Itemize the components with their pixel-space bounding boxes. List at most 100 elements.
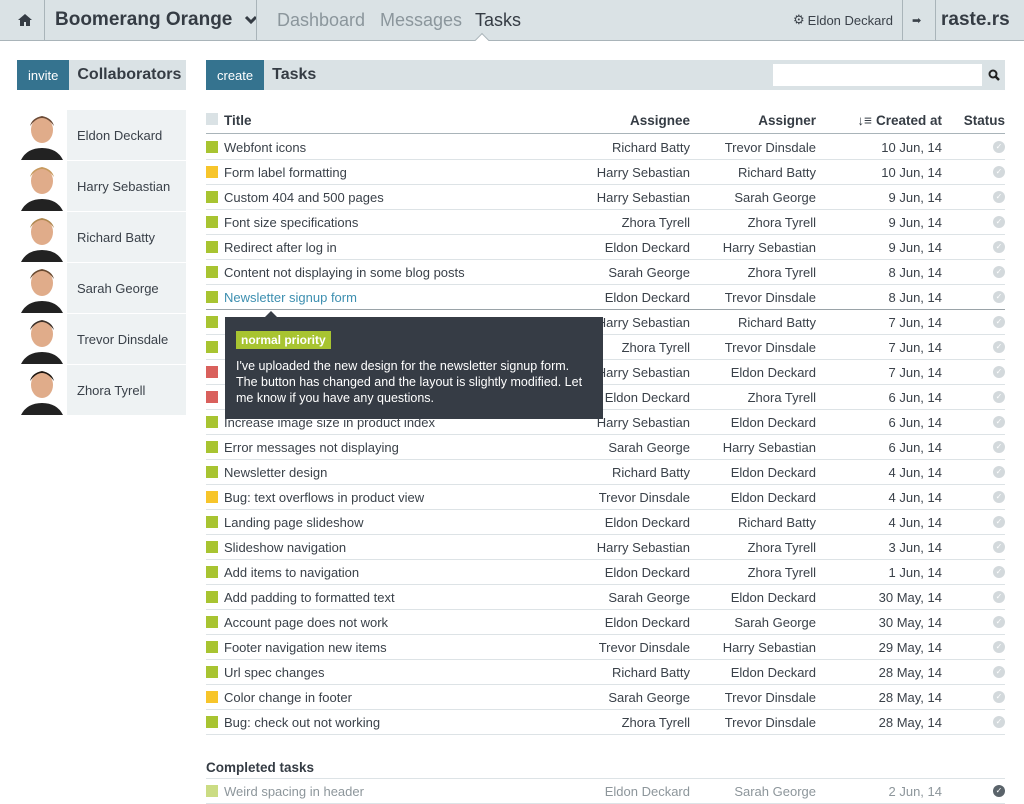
priority-indicator[interactable] (206, 316, 218, 328)
user-settings[interactable]: ⚙ Eldon Deckard (793, 0, 893, 40)
priority-indicator[interactable] (206, 566, 218, 578)
task-title[interactable]: Webfont icons (224, 140, 306, 155)
status-check-icon[interactable]: ✓ (993, 691, 1005, 703)
priority-indicator[interactable] (206, 341, 218, 353)
task-title[interactable]: Newsletter design (224, 465, 327, 480)
table-row[interactable]: Landing page slideshow Eldon Deckard Ric… (206, 510, 1005, 535)
col-assigner[interactable]: Assigner (758, 113, 816, 128)
priority-indicator[interactable] (206, 491, 218, 503)
task-title[interactable]: Bug: text overflows in product view (224, 490, 424, 505)
priority-indicator[interactable] (206, 466, 218, 478)
task-title[interactable]: Font size specifications (224, 215, 358, 230)
status-check-icon[interactable]: ✓ (993, 785, 1005, 797)
priority-indicator[interactable] (206, 641, 218, 653)
status-check-icon[interactable]: ✓ (993, 441, 1005, 453)
logout-icon[interactable]: ➡ (912, 0, 921, 40)
collaborator-item[interactable]: Richard Batty (17, 212, 186, 262)
status-check-icon[interactable]: ✓ (993, 591, 1005, 603)
priority-indicator[interactable] (206, 241, 218, 253)
collaborator-item[interactable]: Zhora Tyrell (17, 365, 186, 415)
status-check-icon[interactable]: ✓ (993, 641, 1005, 653)
task-title[interactable]: Color change in footer (224, 690, 352, 705)
status-check-icon[interactable]: ✓ (993, 191, 1005, 203)
table-row[interactable]: Newsletter design Richard Batty Eldon De… (206, 460, 1005, 485)
priority-indicator[interactable] (206, 591, 218, 603)
col-assignee[interactable]: Assignee (630, 113, 690, 128)
status-check-icon[interactable]: ✓ (993, 491, 1005, 503)
status-check-icon[interactable]: ✓ (993, 516, 1005, 528)
table-row[interactable]: Redirect after log in Eldon Deckard Harr… (206, 235, 1005, 260)
task-title[interactable]: Landing page slideshow (224, 515, 364, 530)
table-row[interactable]: Account page does not work Eldon Deckard… (206, 610, 1005, 635)
status-check-icon[interactable]: ✓ (993, 141, 1005, 153)
table-row[interactable]: Newsletter signup form Eldon Deckard Tre… (206, 285, 1005, 310)
priority-indicator[interactable] (206, 266, 218, 278)
search-input[interactable] (773, 64, 982, 86)
nav-messages[interactable]: Messages (380, 0, 462, 40)
priority-indicator[interactable] (206, 216, 218, 228)
priority-indicator[interactable] (206, 516, 218, 528)
task-title[interactable]: Newsletter signup form (224, 290, 357, 305)
table-row[interactable]: Slideshow navigation Harry Sebastian Zho… (206, 535, 1005, 560)
select-all-checkbox[interactable] (206, 113, 218, 125)
table-row[interactable]: Bug: check out not working Zhora Tyrell … (206, 710, 1005, 735)
task-title[interactable]: Add padding to formatted text (224, 590, 395, 605)
task-title[interactable]: Redirect after log in (224, 240, 337, 255)
table-row[interactable]: Font size specifications Zhora Tyrell Zh… (206, 210, 1005, 235)
priority-indicator[interactable] (206, 141, 218, 153)
table-row[interactable]: Add items to navigation Eldon Deckard Zh… (206, 560, 1005, 585)
task-title[interactable]: Weird spacing in header (224, 784, 364, 799)
status-check-icon[interactable]: ✓ (993, 366, 1005, 378)
task-title[interactable]: Custom 404 and 500 pages (224, 190, 384, 205)
status-check-icon[interactable]: ✓ (993, 716, 1005, 728)
collaborator-item[interactable]: Sarah George (17, 263, 186, 313)
status-check-icon[interactable]: ✓ (993, 416, 1005, 428)
table-row[interactable]: Webfont icons Richard Batty Trevor Dinsd… (206, 135, 1005, 160)
status-check-icon[interactable]: ✓ (993, 216, 1005, 228)
table-row[interactable]: Weird spacing in header Eldon Deckard Sa… (206, 779, 1005, 804)
task-title[interactable]: Slideshow navigation (224, 540, 346, 555)
table-row[interactable]: Url spec changes Richard Batty Eldon Dec… (206, 660, 1005, 685)
priority-indicator[interactable] (206, 191, 218, 203)
status-check-icon[interactable]: ✓ (993, 666, 1005, 678)
col-status[interactable]: Status (964, 113, 1005, 128)
table-row[interactable]: Custom 404 and 500 pages Harry Sebastian… (206, 185, 1005, 210)
priority-indicator[interactable] (206, 691, 218, 703)
status-check-icon[interactable]: ✓ (993, 391, 1005, 403)
priority-indicator[interactable] (206, 666, 218, 678)
search-icon[interactable] (984, 64, 1004, 86)
priority-indicator[interactable] (206, 366, 218, 378)
collaborator-item[interactable]: Trevor Dinsdale (17, 314, 186, 364)
project-switcher[interactable]: Boomerang Orange (55, 0, 258, 40)
status-check-icon[interactable]: ✓ (993, 616, 1005, 628)
status-check-icon[interactable]: ✓ (993, 341, 1005, 353)
priority-indicator[interactable] (206, 441, 218, 453)
status-check-icon[interactable]: ✓ (993, 541, 1005, 553)
priority-indicator[interactable] (206, 716, 218, 728)
nav-dashboard[interactable]: Dashboard (277, 0, 365, 40)
status-check-icon[interactable]: ✓ (993, 241, 1005, 253)
invite-button[interactable]: invite (17, 60, 70, 90)
priority-indicator[interactable] (206, 166, 218, 178)
priority-indicator[interactable] (206, 391, 218, 403)
priority-indicator[interactable] (206, 541, 218, 553)
table-row[interactable]: Add padding to formatted text Sarah Geor… (206, 585, 1005, 610)
priority-indicator[interactable] (206, 291, 218, 303)
task-title[interactable]: Form label formatting (224, 165, 347, 180)
col-created[interactable]: ↓≡ Created at (857, 113, 942, 128)
status-check-icon[interactable]: ✓ (993, 466, 1005, 478)
priority-indicator[interactable] (206, 416, 218, 428)
collaborator-item[interactable]: Eldon Deckard (17, 110, 186, 160)
status-check-icon[interactable]: ✓ (993, 166, 1005, 178)
table-row[interactable]: Form label formatting Harry Sebastian Ri… (206, 160, 1005, 185)
task-title[interactable]: Footer navigation new items (224, 640, 387, 655)
priority-indicator[interactable] (206, 616, 218, 628)
task-title[interactable]: Account page does not work (224, 615, 388, 630)
collaborator-item[interactable]: Harry Sebastian (17, 161, 186, 211)
table-row[interactable]: Bug: text overflows in product view Trev… (206, 485, 1005, 510)
status-check-icon[interactable]: ✓ (993, 266, 1005, 278)
task-title[interactable]: Content not displaying in some blog post… (224, 265, 465, 280)
status-check-icon[interactable]: ✓ (993, 291, 1005, 303)
home-icon[interactable] (17, 0, 35, 40)
task-title[interactable]: Bug: check out not working (224, 715, 380, 730)
